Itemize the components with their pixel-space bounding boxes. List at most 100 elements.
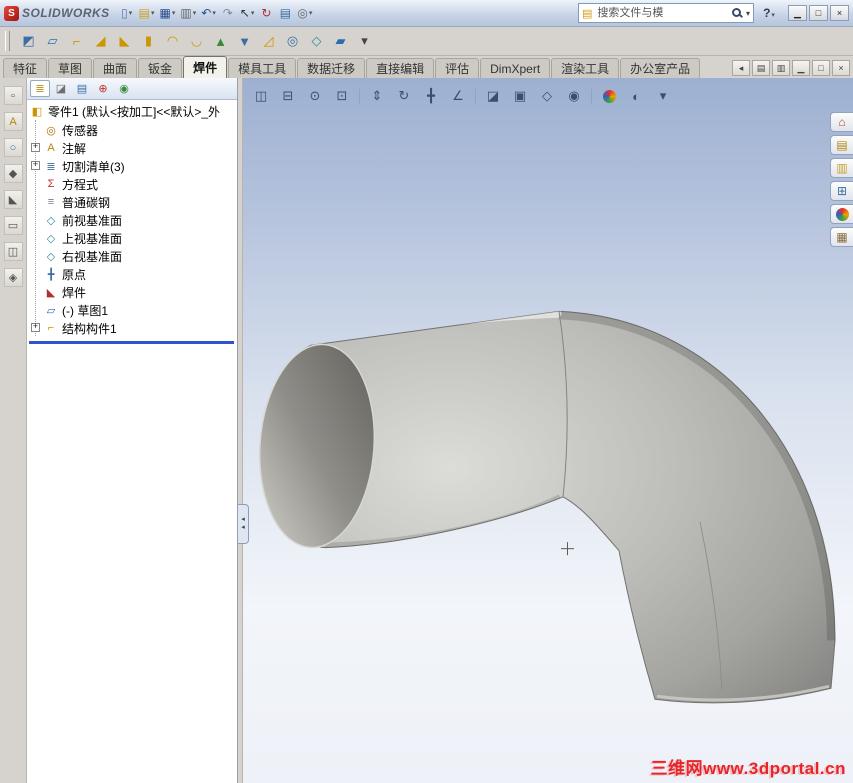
rotate-view-icon[interactable]: ↻ [394, 86, 414, 106]
doc-close-icon[interactable]: × [832, 60, 850, 76]
hole-wizard-icon[interactable]: ◎ [281, 30, 304, 53]
save-icon[interactable]: ▦ [158, 3, 178, 23]
expand-toggle-icon[interactable] [31, 161, 40, 170]
file-explorer-icon[interactable]: ▥ [830, 158, 853, 178]
tree-item[interactable]: ⌐ 结构构件1 [27, 319, 237, 337]
tree-item[interactable]: ╋ 原点 [27, 265, 237, 283]
tab-render-tools[interactable]: 渲染工具 [551, 58, 620, 78]
note-icon[interactable]: A [3, 112, 23, 131]
fillet-bead-icon[interactable]: ◡ [185, 30, 208, 53]
graphics-viewport[interactable] [243, 78, 853, 783]
tree-item[interactable]: ◇ 前视基准面 [27, 211, 237, 229]
propertymanager-tab-icon[interactable]: ◪ [51, 80, 71, 97]
tab-evaluate[interactable]: 评估 [435, 58, 480, 78]
configurationmanager-tab-icon[interactable]: ▤ [72, 80, 92, 97]
weld-bead-icon[interactable]: ◠ [161, 30, 184, 53]
tree-item[interactable]: ◎ 传感器 [27, 121, 237, 139]
view-settings-icon[interactable]: ▾ [653, 86, 673, 106]
new-document-icon[interactable]: ▯ [118, 3, 136, 23]
viewport-split-tb-icon[interactable]: ⊟ [278, 86, 298, 106]
geometric-tolerance-icon[interactable]: ▭ [3, 216, 23, 235]
toolbar-grip[interactable] [5, 31, 10, 51]
display-style-icon[interactable]: ◇ [537, 86, 557, 106]
search-dropdown-icon[interactable]: ▾ [746, 9, 750, 18]
search-icon[interactable] [731, 7, 743, 19]
tree-item[interactable]: ◇ 右视基准面 [27, 247, 237, 265]
expand-toggle-icon[interactable] [31, 143, 40, 152]
open-icon[interactable]: ▤ [137, 3, 157, 23]
tree-item[interactable]: ◇ 上视基准面 [27, 229, 237, 247]
tree-item[interactable]: Σ 方程式 [27, 175, 237, 193]
tab-dimxpert[interactable]: DimXpert [480, 58, 551, 78]
select-tool-icon[interactable]: ▫ [3, 86, 23, 105]
tab-direct-editing[interactable]: 直接编辑 [366, 58, 435, 78]
zoom-to-area-icon[interactable]: ⊡ [332, 86, 352, 106]
toolbar-options-icon[interactable]: ▾ [353, 30, 376, 53]
featuremanager-tree-tab-icon[interactable]: ≣ [30, 80, 50, 97]
surface-finish-icon[interactable]: ◆ [3, 164, 23, 183]
collapse-panel-button[interactable]: ◂ ◂ [238, 504, 249, 544]
tree-item[interactable]: ◣ 焊件 [27, 283, 237, 301]
select-icon[interactable]: ↖ [238, 3, 257, 23]
doc-minimize-icon[interactable]: ▁ [792, 60, 810, 76]
restore-button[interactable]: □ [809, 5, 828, 21]
view-palette-icon[interactable]: ⊞ [830, 181, 853, 201]
search-input[interactable] [595, 6, 728, 20]
hide-show-items-icon[interactable]: ◉ [564, 86, 584, 106]
tree-item[interactable]: ≡ 普通碳钢 [27, 193, 237, 211]
undo-icon[interactable]: ↶ [199, 3, 218, 23]
zoom-in-out-icon[interactable]: ⇕ [367, 86, 387, 106]
pan-icon[interactable]: ╋ [421, 86, 441, 106]
measure-icon[interactable]: ∠ [448, 86, 468, 106]
collapse-commandmanager-icon[interactable]: ◂ [732, 60, 750, 76]
close-button[interactable]: × [830, 5, 849, 21]
dimxpertmanager-tab-icon[interactable]: ⊕ [93, 80, 113, 97]
custom-properties-icon[interactable]: ▦ [830, 227, 853, 247]
design-library-icon[interactable]: ▤ [830, 135, 853, 155]
sketch-tools-icon[interactable]: ▰ [329, 30, 352, 53]
edit-appearance-icon[interactable]: ● [599, 86, 619, 106]
tree-item[interactable]: A 注解 [27, 139, 237, 157]
viewport-split-lr-icon[interactable]: ◫ [251, 86, 271, 106]
displaymanager-tab-icon[interactable]: ◉ [114, 80, 134, 97]
balloon-icon[interactable]: ○ [3, 138, 23, 157]
pane-left-icon[interactable]: ▤ [752, 60, 770, 76]
rebuild-icon[interactable]: ↻ [257, 3, 275, 23]
view-orientation-icon[interactable]: ▣ [510, 86, 530, 106]
tab-mold-tools[interactable]: 模具工具 [228, 58, 297, 78]
weld-symbol-icon[interactable]: ◣ [3, 190, 23, 209]
extruded-boss-icon[interactable]: ▲ [209, 30, 232, 53]
tree-item[interactable]: ▱ (-) 草图1 [27, 301, 237, 319]
file-properties-icon[interactable]: ▤ [276, 3, 294, 23]
help-button[interactable]: ? [756, 3, 782, 23]
tab-sheet-metal[interactable]: 钣金 [138, 58, 183, 78]
zoom-to-fit-icon[interactable]: ⊙ [305, 86, 325, 106]
tab-data-migration[interactable]: 数据迁移 [297, 58, 366, 78]
trim-extend-icon[interactable]: ◢ [89, 30, 112, 53]
tab-surfaces[interactable]: 曲面 [93, 58, 138, 78]
redo-icon[interactable]: ↷ [219, 3, 237, 23]
options-icon[interactable]: ◎ [295, 3, 314, 23]
block-icon[interactable]: ◈ [3, 268, 23, 287]
pane-right-icon[interactable]: ▥ [772, 60, 790, 76]
apply-scene-icon[interactable]: ◐ [626, 86, 646, 106]
smart-dimension-icon[interactable]: ◩ [17, 30, 40, 53]
gusset-icon[interactable]: ◣ [113, 30, 136, 53]
pipe-model[interactable] [253, 310, 836, 704]
tree-root-item[interactable]: ◧ 零件1 (默认<按加工]<<默认>_外 [27, 100, 237, 120]
tree-item[interactable]: ≣ 切割清单(3) [27, 157, 237, 175]
tab-office-products[interactable]: 办公室产品 [620, 58, 701, 78]
tab-weldments[interactable]: 焊件 [183, 56, 228, 78]
extruded-cut-icon[interactable]: ▼ [233, 30, 256, 53]
chamfer-icon[interactable]: ◿ [257, 30, 280, 53]
home-icon[interactable]: ⌂ [830, 112, 853, 132]
minimize-button[interactable]: ▁ [788, 5, 807, 21]
3d-sketch-icon[interactable]: ▱ [41, 30, 64, 53]
appearances-icon[interactable]: ● [830, 204, 853, 224]
rollback-bar[interactable] [29, 341, 234, 344]
tab-sketch[interactable]: 草图 [48, 58, 93, 78]
end-cap-icon[interactable]: ▮ [137, 30, 160, 53]
section-view-icon[interactable]: ◪ [483, 86, 503, 106]
reference-geometry-icon[interactable]: ◇ [305, 30, 328, 53]
doc-restore-icon[interactable]: □ [812, 60, 830, 76]
